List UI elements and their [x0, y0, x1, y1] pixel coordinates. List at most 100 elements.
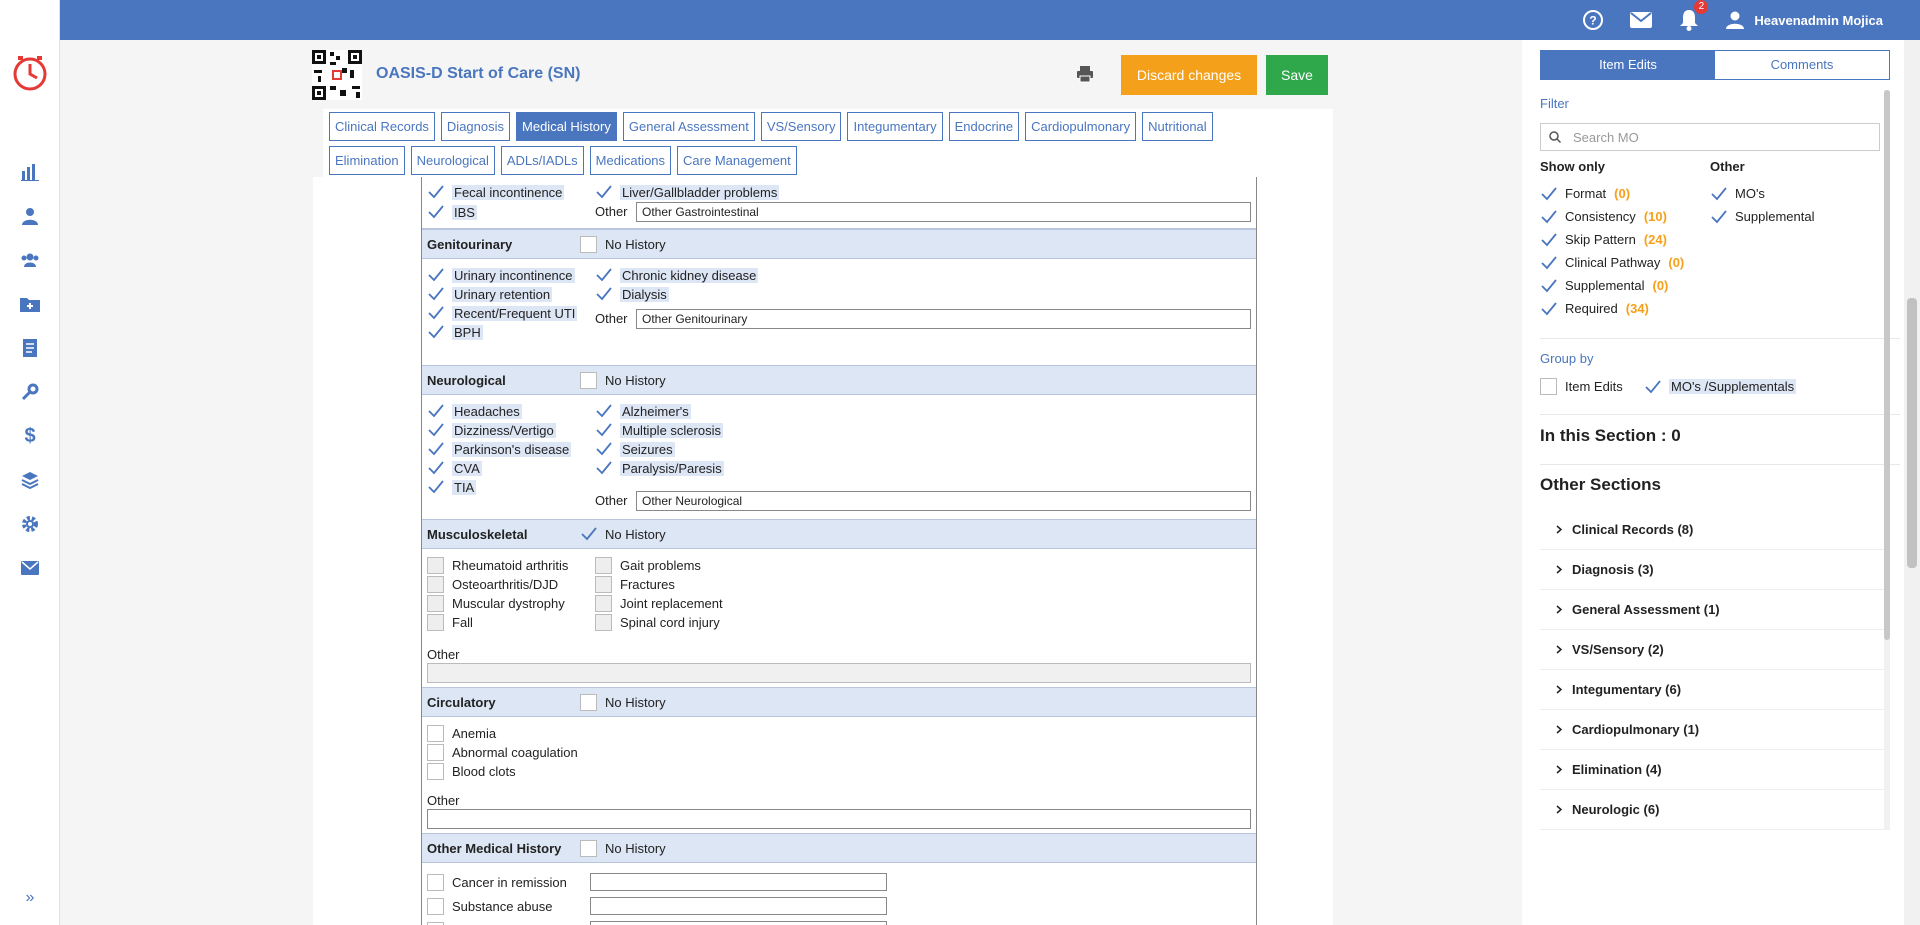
abnormal-coagulation-checkbox[interactable]: Abnormal coagulation [427, 742, 578, 762]
osteoarthritis-djd-checkbox[interactable]: Osteoarthritis/DJD [427, 574, 558, 594]
filter-required-checkbox[interactable]: Required (34) [1540, 300, 1649, 317]
neurological-other-field[interactable]: Other Neurological [636, 491, 1251, 511]
tab-general-assessment[interactable]: General Assessment [622, 111, 755, 141]
filter-format-checkbox[interactable]: Format (0) [1540, 185, 1630, 202]
tab-nutritional[interactable]: Nutritional [1142, 111, 1213, 141]
urinary-incontinence-checkbox[interactable]: Urinary incontinence [427, 265, 575, 285]
filter-other-mo-s-checkbox[interactable]: MO's [1710, 185, 1765, 202]
substance-abuse-checkbox[interactable]: Substance abuse [427, 896, 552, 916]
discard-changes-button[interactable]: Discard changes [1121, 55, 1257, 95]
save-button[interactable]: Save [1266, 55, 1328, 95]
seizures-checkbox[interactable]: Seizures [595, 439, 675, 459]
paralysis-paresis-checkbox[interactable]: Paralysis/Paresis [595, 458, 724, 478]
dizziness-vertigo-checkbox[interactable]: Dizziness/Vertigo [427, 420, 556, 440]
tab-neurological[interactable]: Neurological [410, 145, 495, 175]
filter-clinical-pathway-checkbox[interactable]: Clinical Pathway (0) [1540, 254, 1684, 271]
tab-medical-history[interactable]: Medical History [516, 111, 617, 141]
page-scrollbar[interactable] [1904, 40, 1920, 925]
neurological-no-history-checkbox[interactable]: No History [580, 371, 666, 389]
chronic-kidney-disease-checkbox[interactable]: Chronic kidney disease [595, 265, 759, 285]
tab-cardiopulmonary[interactable]: Cardiopulmonary [1025, 111, 1137, 141]
search-mo-input[interactable]: Search MO [1540, 123, 1880, 151]
filter-skip-pattern-checkbox[interactable]: Skip Pattern (24) [1540, 231, 1667, 248]
dialysis-checkbox[interactable]: Dialysis [595, 284, 669, 304]
other-section-clinical-records-8[interactable]: Clinical Records (8) [1540, 510, 1890, 550]
other-section-diagnosis-3[interactable]: Diagnosis (3) [1540, 550, 1890, 590]
tab-elimination[interactable]: Elimination [329, 145, 405, 175]
group-item-edits-checkbox[interactable]: Item Edits [1540, 378, 1623, 395]
tab-diagnosis[interactable]: Diagnosis [440, 111, 511, 141]
dollar-icon[interactable]: $ [0, 414, 60, 458]
cancer-in-remission-checkbox[interactable]: Cancer in remission [427, 872, 567, 892]
musculoskeletal-no-history-checkbox[interactable]: No History [580, 526, 666, 543]
other-section-general-assessment-1[interactable]: General Assessment (1) [1540, 590, 1890, 630]
blood-clots-checkbox[interactable]: Blood clots [427, 761, 516, 781]
tab-endocrine[interactable]: Endocrine [948, 111, 1020, 141]
liver-gallbladder-checkbox[interactable]: Liver/Gallbladder problems [595, 182, 780, 202]
tia-checkbox[interactable]: TIA [427, 477, 477, 497]
users-icon[interactable] [0, 238, 60, 282]
mail-icon[interactable] [1630, 9, 1653, 31]
third-checkbox[interactable] [427, 920, 444, 925]
print-icon[interactable] [1076, 65, 1094, 86]
gastro-other-field[interactable]: Other Gastrointestinal [636, 202, 1251, 222]
bell-icon[interactable]: 2 [1678, 0, 1709, 31]
circulatory-no-history-checkbox[interactable]: No History [580, 693, 666, 711]
chart-bar-icon[interactable] [0, 150, 60, 194]
other-section-vs-sensory-2[interactable]: VS/Sensory (2) [1540, 630, 1890, 670]
bph-checkbox[interactable]: BPH [427, 322, 483, 342]
spinal-cord-injury-checkbox[interactable]: Spinal cord injury [595, 612, 720, 632]
other-section-cardiopulmonary-1[interactable]: Cardiopulmonary (1) [1540, 710, 1890, 750]
genitourinary-no-history-checkbox[interactable]: No History [580, 235, 666, 253]
envelope-icon[interactable] [0, 546, 60, 590]
tab-clinical-records[interactable]: Clinical Records [329, 111, 435, 141]
layers-icon[interactable] [0, 458, 60, 502]
tab-medications[interactable]: Medications [589, 145, 672, 175]
multiple-sclerosis-checkbox[interactable]: Multiple sclerosis [595, 420, 723, 440]
joint-replacement-checkbox[interactable]: Joint replacement [595, 593, 723, 613]
other-medical-field[interactable] [590, 921, 887, 925]
rheumatoid-arthritis-checkbox[interactable]: Rheumatoid arthritis [427, 555, 568, 575]
sidebar-expand-button[interactable]: » [0, 889, 60, 907]
cva-checkbox[interactable]: CVA [427, 458, 482, 478]
recent-frequent-uti-checkbox[interactable]: Recent/Frequent UTI [427, 303, 578, 323]
urinary-retention-checkbox[interactable]: Urinary retention [427, 284, 553, 304]
folder-plus-icon[interactable] [0, 282, 60, 326]
substance-abuse-field[interactable] [590, 897, 887, 915]
genitourinary-other-field[interactable]: Other Genitourinary [636, 309, 1251, 329]
headaches-checkbox[interactable]: Headaches [427, 401, 522, 421]
parkinson-s-disease-checkbox[interactable]: Parkinson's disease [427, 439, 572, 459]
alzheimer-s-checkbox[interactable]: Alzheimer's [595, 401, 691, 421]
user-nurse-icon[interactable] [0, 194, 60, 238]
tab-integumentary[interactable]: Integumentary [847, 111, 943, 141]
help-icon[interactable]: ? [1582, 9, 1604, 31]
tab-comments[interactable]: Comments [1715, 51, 1889, 79]
gear-icon[interactable] [0, 502, 60, 546]
other-medical-no-history-checkbox[interactable]: No History [580, 839, 666, 857]
tab-vs-sensory[interactable]: VS/Sensory [760, 111, 842, 141]
tab-item-edits[interactable]: Item Edits [1541, 51, 1715, 79]
cancer-remission-field[interactable] [590, 873, 887, 891]
fecal-incontinence-checkbox[interactable]: Fecal incontinence [427, 182, 565, 202]
fall-checkbox[interactable]: Fall [427, 612, 473, 632]
document-icon[interactable] [0, 326, 60, 370]
circulatory-other-field[interactable] [427, 809, 1251, 829]
other-section-neurologic-6[interactable]: Neurologic (6) [1540, 790, 1890, 830]
app-logo[interactable] [12, 55, 48, 91]
filter-consistency-checkbox[interactable]: Consistency (10) [1540, 208, 1667, 225]
right-panel-scrollbar[interactable] [1884, 90, 1890, 830]
group-mos-checkbox[interactable]: MO's /Supplementals [1644, 378, 1797, 395]
anemia-checkbox[interactable]: Anemia [427, 723, 496, 743]
fractures-checkbox[interactable]: Fractures [595, 574, 675, 594]
ibs-checkbox[interactable]: IBS [427, 202, 477, 222]
filter-supplemental-checkbox[interactable]: Supplemental (0) [1540, 277, 1668, 294]
tab-care-management[interactable]: Care Management [677, 145, 797, 175]
user-menu[interactable]: Heavenadmin Mojica [1726, 11, 1883, 29]
other-section-integumentary-6[interactable]: Integumentary (6) [1540, 670, 1890, 710]
muscular-dystrophy-checkbox[interactable]: Muscular dystrophy [427, 593, 565, 613]
wrench-icon[interactable] [0, 370, 60, 414]
other-section-elimination-4[interactable]: Elimination (4) [1540, 750, 1890, 790]
gait-problems-checkbox[interactable]: Gait problems [595, 555, 701, 575]
filter-other-supplemental-checkbox[interactable]: Supplemental [1710, 208, 1815, 225]
tab-adls-iadls[interactable]: ADLs/IADLs [500, 145, 584, 175]
